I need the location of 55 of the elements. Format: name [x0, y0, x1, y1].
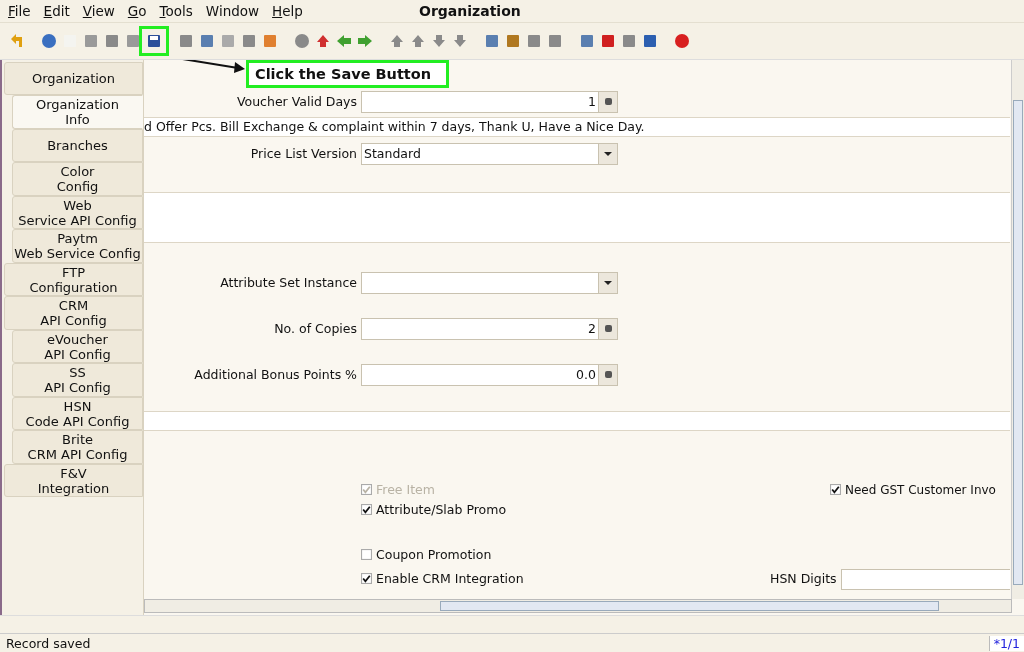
highlight-frame	[139, 25, 169, 56]
tab[interactable]: FTP Configuration	[4, 262, 143, 297]
number-field[interactable]: 2	[361, 317, 618, 340]
tab[interactable]: eVoucher API Config	[12, 329, 143, 364]
tab[interactable]: SS API Config	[12, 363, 143, 397]
tab[interactable]: Organization	[4, 61, 143, 96]
menu-item[interactable]: Edit	[43, 2, 70, 19]
text-field[interactable]: d Offer Pcs. Bill Exchange & complaint within 7 days, Thank U, Have a Nice Day.	[144, 116, 1010, 137]
tab[interactable]: Organization Info	[12, 95, 143, 129]
text-field[interactable]	[144, 410, 1010, 431]
field-label: HSN Digits	[770, 571, 837, 587]
field-label: Voucher Valid Days	[235, 94, 357, 110]
checkbox[interactable]	[830, 484, 841, 496]
dropdown-field[interactable]: Standard	[361, 142, 618, 165]
tab[interactable]: Color Config	[12, 162, 143, 196]
save-icon[interactable]	[145, 32, 163, 49]
right-arrow-icon[interactable]	[356, 32, 374, 49]
down-icon[interactable]	[430, 32, 448, 49]
tab[interactable]: Branches	[12, 128, 143, 163]
tab[interactable]: Brite CRM API Config	[12, 430, 143, 464]
field-label: No. of Copies	[273, 321, 357, 337]
horizontal-scrollbar[interactable]	[144, 599, 1012, 614]
checkbox[interactable]	[361, 504, 372, 516]
number-field[interactable]: 1	[361, 90, 618, 113]
calculator-button[interactable]	[598, 364, 617, 385]
dropdown-field[interactable]	[361, 271, 618, 294]
field-label: Price List Version	[249, 146, 357, 162]
record-counter: *1/1	[988, 635, 1024, 651]
menu-item[interactable]: Window	[205, 2, 260, 19]
menu-item[interactable]: Help	[272, 2, 303, 19]
menu-item[interactable]: Tools	[159, 2, 193, 19]
caret-icon[interactable]	[598, 272, 617, 293]
menu-item[interactable]: File	[8, 2, 31, 19]
field-label: Additional Bonus Points %	[193, 367, 357, 383]
tab[interactable]: Web Service API Config	[12, 195, 143, 230]
circle-icon[interactable]	[293, 32, 311, 49]
tab[interactable]: Paytm Web Service Config	[12, 229, 143, 263]
checkbox-label: Free Item	[376, 482, 435, 498]
callout-box: Click the Save Button	[246, 59, 449, 88]
calculator-button[interactable]	[598, 91, 617, 112]
window-title: Organization	[419, 2, 521, 19]
vertical-scrollbar[interactable]	[1011, 59, 1024, 600]
menu-item[interactable]: View	[82, 2, 115, 19]
number-field[interactable]: 0.0	[361, 363, 618, 386]
checkbox[interactable]	[361, 573, 372, 585]
left-arrow-icon[interactable]	[335, 32, 353, 49]
tab[interactable]: F&V Integration	[4, 463, 143, 498]
calculator-button[interactable]	[598, 318, 617, 339]
status-message: Record saved	[6, 635, 92, 651]
text-field[interactable]	[841, 568, 1010, 590]
checkbox[interactable]	[361, 549, 372, 561]
menu-item[interactable]: Go	[127, 2, 147, 19]
tab[interactable]: HSN Code API Config	[12, 396, 143, 431]
field-label: Attribute Set Instance	[219, 275, 357, 291]
caret-icon[interactable]	[598, 143, 617, 164]
